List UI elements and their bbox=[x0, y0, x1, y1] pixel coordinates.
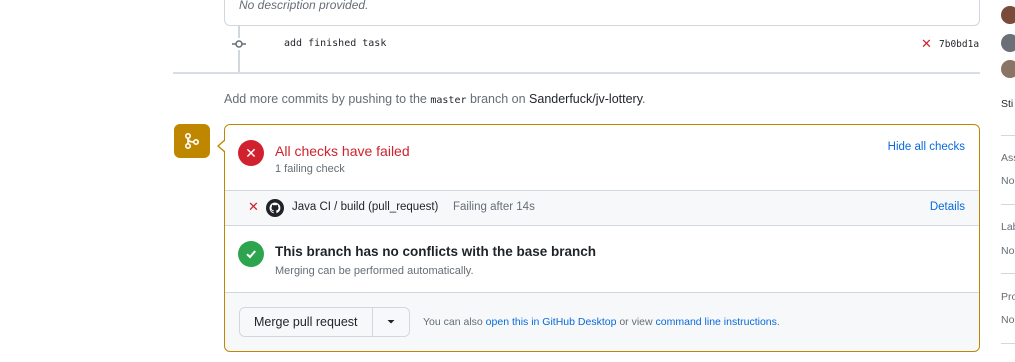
open-in-desktop-link[interactable]: open this in GitHub Desktop bbox=[486, 316, 617, 328]
merge-button-group: Merge pull request bbox=[239, 307, 410, 337]
sidebar-divider bbox=[1001, 273, 1015, 274]
sidebar-value: No bbox=[1001, 175, 1015, 187]
avatar[interactable] bbox=[1001, 34, 1015, 52]
push-hint: Add more commits by pushing to the maste… bbox=[224, 92, 646, 106]
push-hint-suffix: . bbox=[642, 92, 646, 106]
x-circle-icon: ✕ bbox=[238, 140, 264, 166]
description-text: No description provided. bbox=[239, 0, 369, 12]
check-name: Java CI / build (pull_request) bbox=[292, 201, 439, 213]
github-logo-icon bbox=[266, 199, 284, 217]
right-sidebar: Sti Ass No Lab No Pro No bbox=[996, 0, 1015, 362]
check-details-link[interactable]: Details bbox=[930, 201, 965, 213]
checks-subtitle: 1 failing check bbox=[275, 163, 345, 175]
merge-options-button[interactable] bbox=[372, 308, 409, 336]
x-icon[interactable]: ✕ bbox=[921, 37, 932, 50]
check-circle-icon bbox=[238, 241, 264, 267]
timeline-divider bbox=[173, 72, 980, 74]
checks-summary: ✕ All checks have failed 1 failing check… bbox=[225, 125, 979, 191]
sidebar-divider bbox=[1001, 343, 1015, 344]
merge-pull-request-button[interactable]: Merge pull request bbox=[240, 308, 373, 336]
merge-hint-suffix: . bbox=[776, 316, 780, 328]
branch-name: master bbox=[430, 95, 467, 106]
x-icon: ✕ bbox=[248, 199, 259, 214]
sidebar-value: No bbox=[1001, 314, 1015, 326]
push-hint-middle: branch on bbox=[466, 92, 530, 106]
commit-sha[interactable]: 7b0bd1a bbox=[939, 39, 979, 50]
sidebar-label[interactable]: Pro bbox=[1001, 291, 1015, 303]
merge-hint-middle: or view bbox=[616, 316, 656, 328]
conflicts-subtitle: Merging can be performed automatically. bbox=[275, 265, 474, 277]
commit-message[interactable]: add finished task bbox=[284, 38, 386, 49]
sidebar-label[interactable]: Lab bbox=[1001, 221, 1015, 233]
hide-checks-link[interactable]: Hide all checks bbox=[888, 141, 965, 153]
commit-icon bbox=[232, 38, 246, 50]
avatar[interactable] bbox=[1001, 60, 1015, 78]
sidebar-divider bbox=[1001, 135, 1015, 136]
push-hint-prefix: Add more commits by pushing to the bbox=[224, 92, 431, 106]
repo-name: Sanderfuck/jv-lottery bbox=[529, 92, 643, 106]
merge-hint: You can also open this in GitHub Desktop… bbox=[423, 316, 780, 328]
checks-title: All checks have failed bbox=[275, 143, 410, 159]
conflicts-title: This branch has no conflicts with the ba… bbox=[275, 244, 597, 259]
sidebar-divider bbox=[1001, 204, 1015, 205]
sidebar-label: Sti bbox=[1001, 98, 1014, 110]
git-merge-icon bbox=[174, 124, 210, 158]
check-row: ✕ Java CI / build (pull_request) Failing… bbox=[225, 191, 979, 226]
description-box: No description provided. bbox=[224, 0, 980, 26]
caret-down-icon bbox=[387, 320, 395, 324]
merge-actions: Merge pull request You can also open thi… bbox=[225, 293, 979, 351]
avatar[interactable] bbox=[1001, 6, 1015, 24]
conflicts-summary: This branch has no conflicts with the ba… bbox=[225, 226, 979, 293]
sidebar-label[interactable]: Ass bbox=[1001, 152, 1015, 164]
merge-box: ✕ All checks have failed 1 failing check… bbox=[217, 124, 980, 352]
check-status: Failing after 14s bbox=[453, 201, 535, 213]
sidebar-value: No bbox=[1001, 245, 1015, 257]
merge-hint-prefix: You can also bbox=[423, 316, 486, 328]
command-line-instructions-link[interactable]: command line instructions bbox=[656, 316, 777, 328]
